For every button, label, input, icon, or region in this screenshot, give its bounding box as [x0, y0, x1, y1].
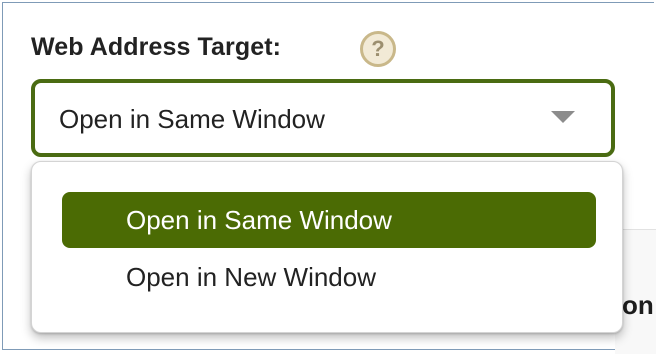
background-partial-text: on	[622, 290, 654, 320]
chevron-down-icon	[551, 111, 575, 123]
web-address-target-select[interactable]: Open in Same Window	[31, 79, 615, 157]
option-open-in-same-window[interactable]: Open in Same Window	[62, 192, 596, 248]
option-open-in-new-window[interactable]: Open in New Window	[62, 249, 596, 305]
selected-option-value: Open in Same Window	[59, 104, 325, 134]
help-icon[interactable]: ?	[360, 31, 396, 67]
settings-panel: Web Address Target: ? Open in Same Windo…	[2, 2, 656, 354]
web-address-target-label: Web Address Target:	[31, 33, 282, 61]
web-address-target-dropdown: Open in Same Window Open in New Window	[31, 161, 623, 333]
